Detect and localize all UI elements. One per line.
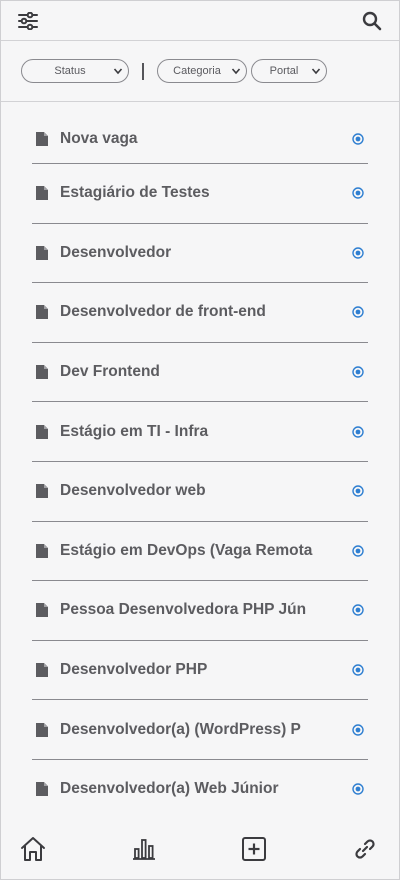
document-icon bbox=[36, 603, 48, 618]
list-item[interactable]: Desenvolvedor PHP bbox=[32, 641, 368, 701]
list-item[interactable]: Desenvolvedor bbox=[32, 224, 368, 284]
categoria-select[interactable]: Categoria bbox=[157, 59, 247, 83]
document-icon bbox=[36, 365, 48, 380]
radio-dot-icon[interactable] bbox=[352, 247, 364, 259]
document-icon bbox=[36, 186, 48, 201]
portal-select-label: Portal bbox=[269, 65, 299, 77]
list-item-title: Estagiário de Testes bbox=[60, 184, 210, 202]
radio-dot-icon[interactable] bbox=[352, 783, 364, 795]
status-select[interactable]: Status bbox=[21, 59, 129, 83]
document-icon bbox=[36, 663, 48, 678]
list-item[interactable]: Desenvolvedor(a) (WordPress) P bbox=[32, 700, 368, 760]
list-item[interactable]: Nova vaga bbox=[32, 114, 368, 164]
list-item-title: Desenvolvedor PHP bbox=[60, 661, 208, 679]
list-item-title: Estágio em DevOps (Vaga Remota bbox=[60, 541, 313, 559]
list-item-title: Desenvolvedor bbox=[60, 243, 172, 261]
radio-dot-icon[interactable] bbox=[352, 187, 364, 199]
list-item-title: Desenvolvedor(a) (WordPress) P bbox=[60, 720, 301, 738]
radio-dot-icon[interactable] bbox=[352, 545, 364, 557]
list-item-title: Desenvolvedor(a) Web Júnior bbox=[60, 780, 279, 798]
top-bar bbox=[1, 1, 399, 41]
radio-dot-icon[interactable] bbox=[352, 723, 364, 736]
list-item[interactable]: Estágio em DevOps (Vaga Remota bbox=[32, 522, 368, 582]
sliders-icon bbox=[18, 11, 38, 30]
links-button[interactable] bbox=[351, 835, 379, 863]
bottom-nav bbox=[1, 819, 399, 879]
radio-dot-icon[interactable] bbox=[352, 306, 364, 319]
document-icon bbox=[36, 131, 48, 146]
filter-bar: Status Categoria Portal bbox=[1, 41, 399, 102]
categoria-select-label: Categoria bbox=[173, 65, 221, 77]
list-item-title: Pessoa Desenvolvedora PHP Jún bbox=[60, 601, 307, 619]
list-item[interactable]: Pessoa Desenvolvedora PHP Jún bbox=[32, 581, 368, 641]
list-item-title: Desenvolvedor de front-end bbox=[60, 303, 266, 321]
document-icon bbox=[36, 305, 48, 320]
app-window: Status Categoria Portal Nova vaga Estagi… bbox=[0, 0, 400, 880]
chevron-down-icon bbox=[231, 68, 241, 75]
search-icon bbox=[362, 11, 382, 30]
list-item-title: Dev Frontend bbox=[60, 363, 160, 381]
list-item[interactable]: Estágio em TI - Infra bbox=[32, 402, 368, 462]
filter-settings-button[interactable] bbox=[15, 8, 41, 34]
add-button[interactable] bbox=[240, 835, 268, 863]
list-item-title: Desenvolvedor web bbox=[60, 482, 206, 500]
link-icon bbox=[355, 839, 375, 859]
job-list: Nova vaga Estagiário de Testes Desenvolv… bbox=[1, 114, 399, 820]
stats-button[interactable] bbox=[130, 835, 158, 863]
bar-chart-icon bbox=[132, 839, 155, 860]
document-icon bbox=[36, 424, 48, 439]
document-icon bbox=[36, 722, 48, 737]
list-item[interactable]: Estagiário de Testes bbox=[32, 164, 368, 224]
list-item[interactable]: Desenvolvedor web bbox=[32, 462, 368, 522]
add-square-icon bbox=[242, 837, 267, 861]
chevron-down-icon bbox=[113, 68, 123, 75]
radio-dot-icon[interactable] bbox=[352, 132, 364, 145]
list-item[interactable]: Desenvolvedor(a) Web Júnior bbox=[32, 760, 368, 820]
portal-select[interactable]: Portal bbox=[251, 59, 327, 83]
document-icon bbox=[36, 782, 48, 797]
radio-dot-icon[interactable] bbox=[352, 604, 364, 617]
status-select-label: Status bbox=[54, 65, 86, 77]
document-icon bbox=[36, 484, 48, 499]
radio-dot-icon[interactable] bbox=[352, 425, 364, 438]
list-item[interactable]: Dev Frontend bbox=[32, 343, 368, 403]
list-item[interactable]: Desenvolvedor de front-end bbox=[32, 283, 368, 343]
search-button[interactable] bbox=[359, 8, 385, 34]
document-icon bbox=[36, 543, 48, 558]
filter-divider bbox=[142, 62, 144, 80]
radio-dot-icon[interactable] bbox=[352, 485, 364, 497]
radio-dot-icon[interactable] bbox=[352, 366, 364, 378]
list-item-title: Nova vaga bbox=[60, 129, 138, 147]
chevron-down-icon bbox=[311, 68, 321, 75]
document-icon bbox=[36, 245, 48, 260]
list-item-title: Estágio em TI - Infra bbox=[60, 422, 209, 440]
home-button[interactable] bbox=[19, 835, 47, 863]
radio-dot-icon[interactable] bbox=[352, 664, 364, 676]
home-icon bbox=[21, 837, 45, 861]
